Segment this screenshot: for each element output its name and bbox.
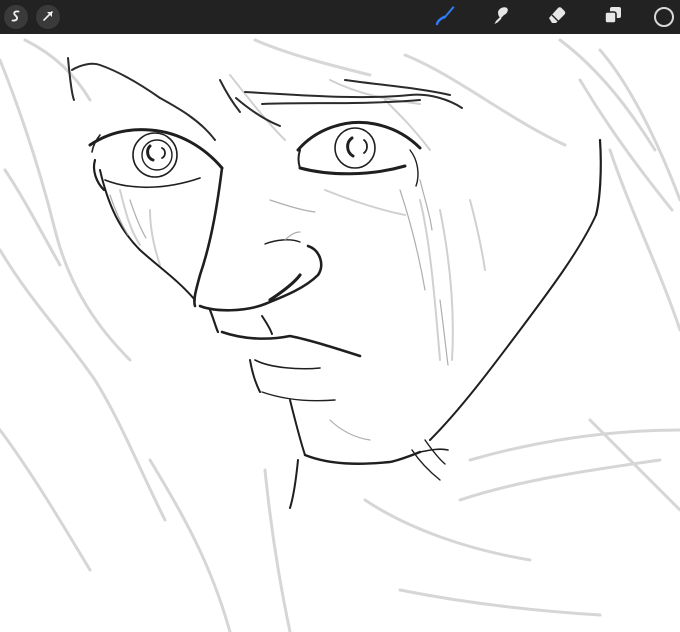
layers-icon <box>601 3 625 31</box>
drawing-app <box>0 0 680 632</box>
smudge-icon <box>489 3 513 31</box>
transform-button[interactable] <box>36 5 60 29</box>
eraser-icon <box>545 3 569 31</box>
transform-arrow-icon <box>41 8 55 27</box>
color-picker-button[interactable] <box>654 7 674 27</box>
face-sketch-artwork <box>0 38 680 632</box>
brush-icon <box>433 3 457 31</box>
toolbar-left-group <box>0 0 60 34</box>
layers-button[interactable] <box>594 0 632 34</box>
drawing-canvas[interactable] <box>0 34 680 632</box>
gallery-icon <box>9 8 23 27</box>
smudge-tool-button[interactable] <box>482 0 520 34</box>
eraser-tool-button[interactable] <box>538 0 576 34</box>
toolbar-right-group <box>426 0 680 34</box>
gallery-button[interactable] <box>4 5 28 29</box>
brush-tool-button[interactable] <box>426 0 464 34</box>
top-toolbar <box>0 0 680 34</box>
